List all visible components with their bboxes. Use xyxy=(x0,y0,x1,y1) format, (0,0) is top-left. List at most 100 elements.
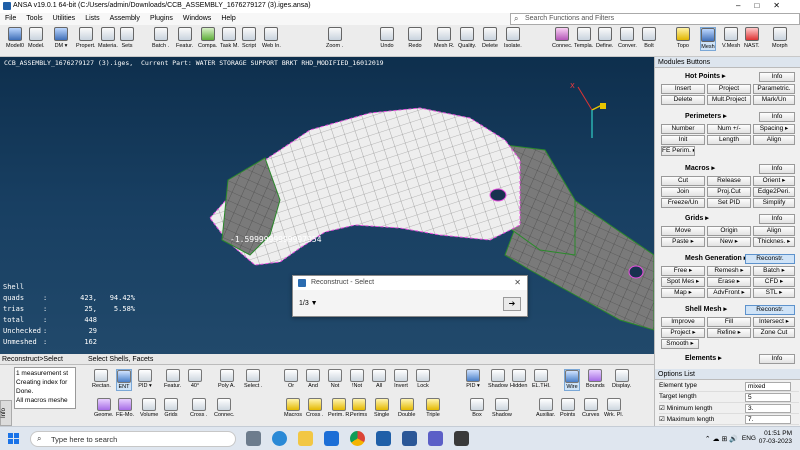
bottom-button-all[interactable]: All xyxy=(372,369,386,389)
panel-button-freeze[interactable]: Freeze/Un xyxy=(661,198,705,208)
panel-button-zonecut[interactable]: Zone Cut xyxy=(753,328,795,338)
bottom-button-double[interactable]: Double xyxy=(398,398,415,418)
panel-button-spacing[interactable]: Spacing ▸ xyxy=(753,124,795,134)
menu-utilities[interactable]: Utilities xyxy=(48,13,81,22)
bottom-button-pid[interactable]: PID ▾ xyxy=(138,369,152,389)
bottom-button-grids[interactable]: Grids xyxy=(164,398,178,418)
bottom-button-connections-bottom[interactable]: Connec. xyxy=(214,398,235,418)
toolbar-button-nastran[interactable]: NAST. xyxy=(744,27,760,49)
toolbar-button-convert[interactable]: Conver. xyxy=(618,27,637,49)
page-selector[interactable]: 1/3 ▼ xyxy=(299,300,318,307)
bottom-button-cross-section[interactable]: Cross . xyxy=(190,398,207,418)
panel-button-mult.project[interactable]: Mult.Project xyxy=(707,95,751,105)
panel-button-origin[interactable]: Origin xyxy=(707,226,751,236)
toolbar-button-script[interactable]: Script xyxy=(242,27,256,49)
go-button[interactable]: ➔ xyxy=(503,297,521,311)
bottom-button-shadow[interactable]: Shadow xyxy=(488,369,508,389)
panel-button-cfd[interactable]: CFD ▸ xyxy=(753,277,795,287)
panel-button-length[interactable]: Length xyxy=(707,135,751,145)
minimize-icon[interactable]: – xyxy=(736,1,754,10)
window-controls[interactable]: –□✕ xyxy=(736,1,794,10)
toolbar-button-volume-mesh[interactable]: V.Mesh xyxy=(722,27,740,49)
bottom-button-perimeter[interactable]: Perim. R. xyxy=(328,398,351,418)
toolbar-button-data-management[interactable]: DM ▾ xyxy=(54,27,68,49)
panel-button-simplify[interactable]: Simplify xyxy=(753,198,795,208)
panel-button-remesh[interactable]: Remesh ▸ xyxy=(707,266,751,276)
panel-button-smooth[interactable]: Smooth ▸ xyxy=(661,339,699,349)
menu-help[interactable]: Help xyxy=(216,13,240,22)
panel-button-join[interactable]: Join xyxy=(661,187,705,197)
panel-button-project[interactable]: Project ▸ xyxy=(661,328,705,338)
panel-button-setpid[interactable]: Set PID xyxy=(707,198,751,208)
option-value-field[interactable]: mixed xyxy=(745,382,791,391)
panel-button-release[interactable]: Release xyxy=(707,176,751,186)
panel-button-reconstr[interactable]: Reconstr. xyxy=(745,254,795,264)
bottom-button-polygon[interactable]: Poly A. xyxy=(218,369,235,389)
panel-button-refine[interactable]: Refine ▸ xyxy=(707,328,751,338)
chrome-icon[interactable] xyxy=(350,431,365,446)
toolbar-button-isolate[interactable]: Isolate. xyxy=(504,27,522,49)
toolbar-button-compare[interactable]: Compa. xyxy=(198,27,217,49)
bottom-button-lock[interactable]: Lock xyxy=(416,369,430,389)
message-log[interactable]: 1 measurement st Creating index for Done… xyxy=(14,367,76,409)
menu-windows[interactable]: Windows xyxy=(178,13,216,22)
bottom-button-shadow2[interactable]: Shadow xyxy=(492,398,512,418)
panel-button-mark/un[interactable]: Mark/Un xyxy=(753,95,795,105)
toolbar-button-quality[interactable]: Quality. xyxy=(458,27,476,49)
panel-button-erase[interactable]: Erase ▸ xyxy=(707,277,751,287)
panel-button-reconstr[interactable]: Reconstr. xyxy=(745,305,795,315)
panel-button-num +/-[interactable]: Num +/- xyxy=(707,124,751,134)
panel-button-new[interactable]: New ▸ xyxy=(707,237,751,247)
panel-button-align[interactable]: Align xyxy=(753,226,795,236)
bottom-button-geometry[interactable]: Geome. xyxy=(94,398,114,418)
panel-button-info[interactable]: Info xyxy=(759,72,795,82)
panel-button-move[interactable]: Move xyxy=(661,226,705,236)
toolbar-button-zoom[interactable]: Zoom . xyxy=(326,27,343,49)
info-tab[interactable]: Info xyxy=(0,400,12,426)
toolbar-button-features[interactable]: Featur. xyxy=(176,27,193,49)
bottom-button-points[interactable]: Points xyxy=(560,398,575,418)
bottom-button-volume[interactable]: Volume xyxy=(140,398,158,418)
bottom-button-select[interactable]: Select . xyxy=(244,369,262,389)
ansa-taskbar-icon[interactable] xyxy=(376,431,391,446)
word-icon[interactable] xyxy=(402,431,417,446)
bottom-button-element-thickness[interactable]: EL.THI. xyxy=(532,369,551,389)
taskbar-search-input[interactable]: ⌕ Type here to search xyxy=(30,431,236,447)
panel-button-parametric.[interactable]: Parametric. xyxy=(753,84,795,94)
bottom-button-rectangle-select[interactable]: Rectan. xyxy=(92,369,111,389)
panel-button-improve[interactable]: Improve xyxy=(661,317,705,327)
bottom-button-and[interactable]: And xyxy=(306,369,320,389)
menu-lists[interactable]: Lists xyxy=(80,13,104,22)
toolbar-button-templates[interactable]: Templa. xyxy=(574,27,593,49)
bottom-button-perims[interactable]: Perims xyxy=(350,398,367,418)
panel-button-info[interactable]: Info xyxy=(759,112,795,122)
bottom-button-display[interactable]: Display. xyxy=(612,369,631,389)
bottom-button-curves[interactable]: Curves xyxy=(582,398,599,418)
panel-button-delete[interactable]: Delete xyxy=(661,95,705,105)
file-explorer-icon[interactable] xyxy=(298,431,313,446)
toolbar-button-sets[interactable]: Sets xyxy=(120,27,134,49)
bottom-button-fe-model[interactable]: FE-Mo. xyxy=(116,398,134,418)
edge-icon[interactable] xyxy=(272,431,287,446)
panel-button-thick[interactable]: Thicknes. ▸ xyxy=(753,237,795,247)
panel-button-orient[interactable]: Orient ▸ xyxy=(753,176,795,186)
panel-button-project[interactable]: Project xyxy=(707,84,751,94)
toolbar-button-web[interactable]: Web In. xyxy=(262,27,281,49)
bottom-button-or[interactable]: Or xyxy=(284,369,298,389)
system-tray-icons[interactable]: ⌃ ☁ ⊞ 🔊 xyxy=(705,435,738,443)
bottom-button-not[interactable]: Not xyxy=(328,369,342,389)
bottom-button-cross[interactable]: Cross . xyxy=(306,398,323,418)
windows-start-icon[interactable] xyxy=(8,433,20,445)
store-icon[interactable] xyxy=(454,431,469,446)
bottom-button-exclude[interactable]: !Not xyxy=(350,369,364,389)
toolbar-button-model-browser[interactable]: Model. xyxy=(28,27,45,49)
bottom-button-single[interactable]: Single xyxy=(374,398,389,418)
toolbar-button-batch[interactable]: Batch . xyxy=(152,27,169,49)
bottom-button-invert[interactable]: Invert xyxy=(394,369,408,389)
panel-button-cut[interactable]: Cut xyxy=(661,176,705,186)
panel-button-advfront[interactable]: AdvFront ▸ xyxy=(707,288,751,298)
menu-file[interactable]: File xyxy=(0,13,21,22)
bottom-button-triple[interactable]: Triple xyxy=(426,398,440,418)
mail-icon[interactable] xyxy=(324,431,339,446)
clock[interactable]: 01:51 PM 07-03-2023 xyxy=(759,430,792,446)
